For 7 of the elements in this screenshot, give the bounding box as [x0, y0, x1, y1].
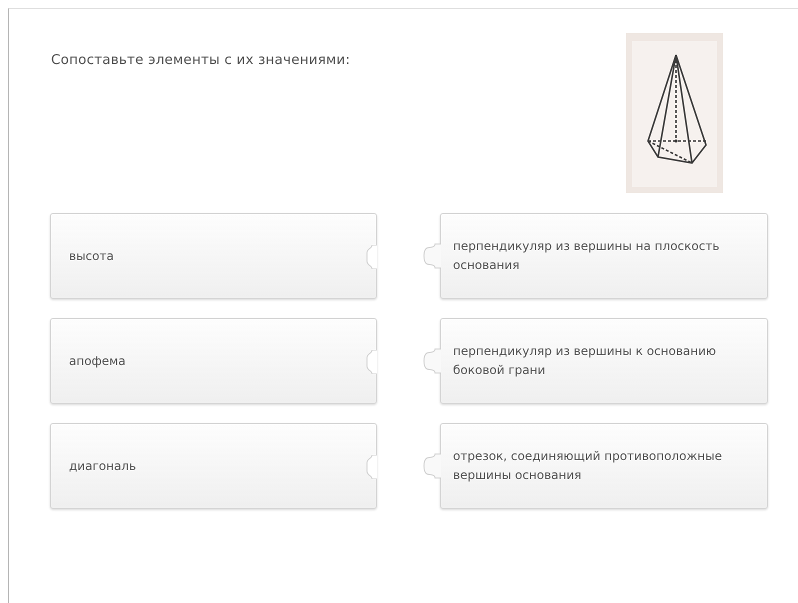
definition-card[interactable]: перпендикуляр из вершины на плоскость основания	[440, 213, 768, 299]
term-card[interactable]: высота	[50, 213, 377, 299]
term-card[interactable]: диагональ	[50, 423, 377, 509]
term-card[interactable]: апофема	[50, 318, 377, 404]
instruction-text: Сопоставьте элементы с их значениями:	[51, 51, 350, 70]
definition-card[interactable]: перпендикуляр из вершины к основанию боковой грани	[440, 318, 768, 404]
definition-card[interactable]: отрезок, соединяющий противоположные вершины основания	[440, 423, 768, 509]
